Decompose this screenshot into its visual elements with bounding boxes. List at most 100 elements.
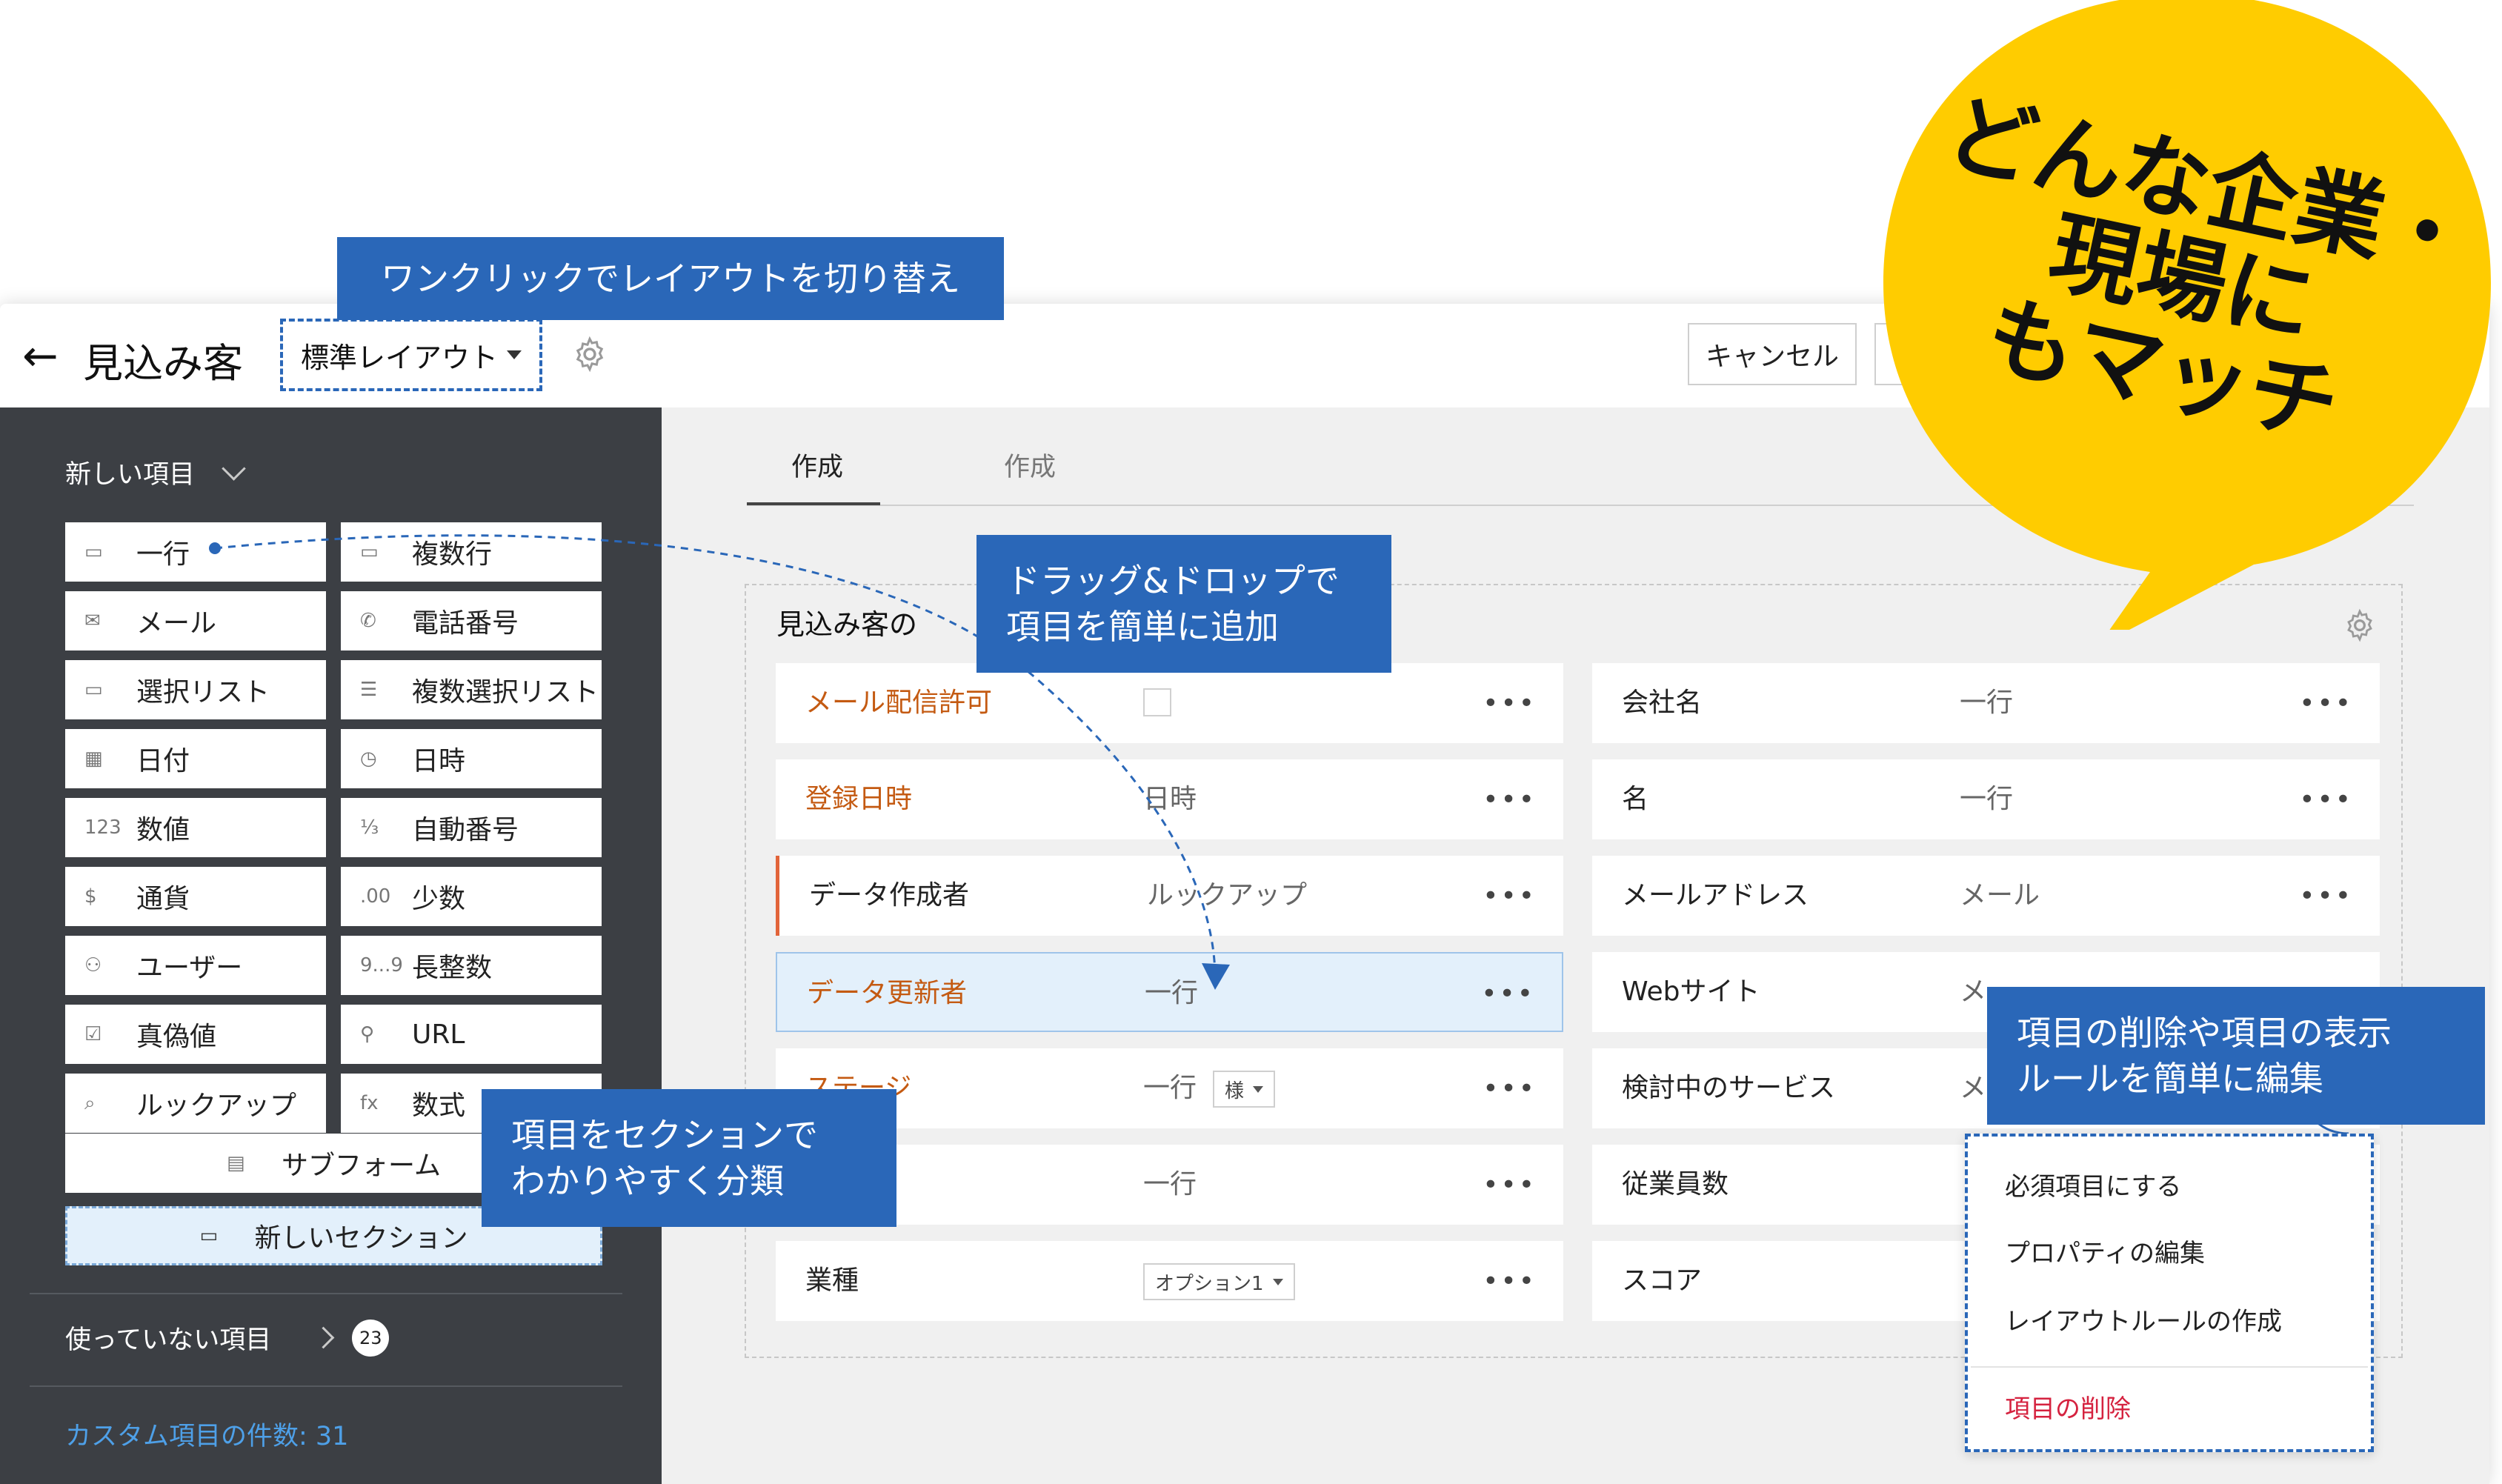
- chevron-right-icon: [312, 1326, 335, 1349]
- field-label: データ更新者: [807, 978, 968, 1008]
- field-tile-label: 数値: [136, 815, 190, 845]
- field-tile[interactable]: ▭ 一行: [65, 522, 326, 582]
- caret-down-icon: [1253, 1085, 1264, 1093]
- field-tile-label: 少数: [412, 884, 466, 914]
- field-type: ルックアップ: [1147, 880, 1308, 911]
- field-label: スコア: [1622, 1265, 1703, 1296]
- field-type: 一行: [1960, 784, 2014, 814]
- field-tile[interactable]: ☑ 真偽値: [65, 1005, 326, 1064]
- menu-item-delete-field[interactable]: 項目の削除: [2005, 1388, 2131, 1425]
- field-row[interactable]: メール配信許可 •••: [776, 663, 1563, 743]
- field-row[interactable]: メールアドレス メール •••: [1592, 856, 2380, 936]
- menu-item-edit-properties[interactable]: プロパティの編集: [2005, 1233, 2205, 1269]
- more-options-icon[interactable]: •••: [2299, 785, 2353, 815]
- more-options-icon[interactable]: •••: [1483, 1266, 1537, 1297]
- field-tile[interactable]: 123 数値: [65, 798, 326, 857]
- field-type: 日時: [1143, 784, 1197, 814]
- field-row[interactable]: データ更新者 一行 •••: [776, 952, 1563, 1032]
- unused-items-link[interactable]: 使っていない項目 23: [65, 1319, 390, 1357]
- field-tile[interactable]: ⅓ 自動番号: [341, 798, 602, 857]
- decimal-icon: .00: [360, 885, 391, 908]
- chevron-down-icon: [222, 456, 246, 481]
- field-tile-label: 日付: [136, 746, 190, 776]
- phone-icon: ✆: [360, 610, 376, 632]
- field-tile-label: 真偽値: [136, 1022, 217, 1052]
- more-options-icon[interactable]: •••: [2299, 688, 2353, 719]
- field-row[interactable]: データ作成者 ルックアップ •••: [776, 856, 1563, 936]
- field-tile-label: 選択リスト: [136, 677, 270, 708]
- page-title: 見込み客: [83, 340, 243, 387]
- field-tile-label: 長整数: [412, 953, 493, 983]
- field-tile-label: 日時: [412, 746, 466, 776]
- callout-text: ワンクリックでレイアウトを切り替え: [381, 259, 960, 299]
- field-tile-label: 自動番号: [412, 815, 519, 845]
- field-tile[interactable]: ◷ 日時: [341, 729, 602, 788]
- menu-divider: [1971, 1366, 2368, 1368]
- formula-icon: fx: [360, 1092, 379, 1114]
- user-icon: ⚇: [84, 954, 102, 976]
- subform-icon: ▤: [227, 1152, 245, 1174]
- field-tile[interactable]: .00 少数: [341, 867, 602, 926]
- tab-create[interactable]: 作成: [1004, 446, 1056, 484]
- field-tile[interactable]: ✆ 電話番号: [341, 591, 602, 651]
- field-type: メール: [1960, 880, 2040, 911]
- field-label: 登録日時: [805, 784, 913, 814]
- mail-icon: ✉: [84, 610, 101, 632]
- tab-create-active[interactable]: 作成: [791, 446, 843, 484]
- field-tile[interactable]: ▦ 日付: [65, 729, 326, 788]
- field-tile-label: 数式: [412, 1091, 466, 1121]
- lookup-icon: ⌕: [84, 1091, 96, 1114]
- more-options-icon[interactable]: •••: [1483, 688, 1537, 719]
- field-row[interactable]: 名 一行 •••: [1592, 759, 2380, 839]
- field-tile[interactable]: ⌕ ルックアップ: [65, 1074, 326, 1133]
- new-section-label: 新しいセクション: [254, 1223, 468, 1254]
- field-row[interactable]: 業種 オプション1 •••: [776, 1241, 1563, 1321]
- field-tile-label: 電話番号: [412, 608, 519, 639]
- field-tile[interactable]: ✉ メール: [65, 591, 326, 651]
- field-tile[interactable]: $ 通貨: [65, 867, 326, 926]
- gear-icon[interactable]: [570, 335, 609, 373]
- active-tab-indicator: [747, 502, 880, 505]
- checkbox[interactable]: [1143, 688, 1171, 716]
- field-tile[interactable]: ▭ 複数行: [341, 522, 602, 582]
- section-title: 見込み客の: [776, 608, 918, 641]
- field-tile[interactable]: ⚇ ユーザー: [65, 936, 326, 995]
- more-options-icon[interactable]: •••: [1483, 1170, 1537, 1200]
- multi-line-icon: ▭: [360, 541, 379, 563]
- currency-icon: $: [84, 885, 97, 908]
- field-label: 業種: [805, 1265, 859, 1296]
- more-options-icon[interactable]: •••: [1481, 979, 1535, 1009]
- cancel-button[interactable]: キャンセル: [1688, 323, 1857, 385]
- field-tile[interactable]: ☰ 複数選択リスト: [341, 660, 602, 719]
- new-item-dropdown[interactable]: 新しい項目: [65, 453, 246, 491]
- field-row[interactable]: 会社名 一行 •••: [1592, 663, 2380, 743]
- field-context-menu: 必須項目にする プロパティの編集 レイアウトルールの作成 項目の削除: [1965, 1134, 2374, 1452]
- field-label: 名: [1622, 784, 1649, 814]
- back-arrow-icon[interactable]: ←: [22, 330, 59, 381]
- layout-select[interactable]: 標準レイアウト: [280, 319, 542, 391]
- menu-item-make-required[interactable]: 必須項目にする: [2005, 1166, 2181, 1202]
- field-label: データ作成者: [809, 880, 970, 911]
- auto-number-icon: ⅓: [360, 816, 379, 839]
- field-tile[interactable]: 9...9 長整数: [341, 936, 602, 995]
- option-select[interactable]: オプション1: [1143, 1263, 1295, 1300]
- field-tile[interactable]: ⚲ URL: [341, 1005, 602, 1064]
- more-options-icon[interactable]: •••: [1483, 881, 1537, 911]
- field-type: 一行: [1145, 978, 1199, 1008]
- field-tile-label: URL: [412, 1019, 465, 1050]
- field-type: 一行: [1143, 1169, 1197, 1199]
- menu-item-create-layout-rule[interactable]: レイアウトルールの作成: [2005, 1301, 2282, 1337]
- field-label: 会社名: [1622, 688, 1703, 718]
- field-tile[interactable]: ▭ 選択リスト: [65, 660, 326, 719]
- more-options-icon[interactable]: •••: [1483, 1074, 1537, 1104]
- option-select[interactable]: 様: [1213, 1071, 1276, 1108]
- field-type: 一行: [1143, 1073, 1197, 1103]
- field-type: 一行: [1960, 688, 2014, 718]
- more-options-icon[interactable]: •••: [1483, 785, 1537, 815]
- multi-select-icon: ☰: [360, 679, 378, 701]
- divider: [30, 1293, 622, 1294]
- callout-text-line1: ドラッグ&ドロップで: [1006, 561, 1340, 601]
- field-tile-label: 一行: [136, 539, 190, 570]
- more-options-icon[interactable]: •••: [2299, 881, 2353, 911]
- field-row[interactable]: 登録日時 日時 •••: [776, 759, 1563, 839]
